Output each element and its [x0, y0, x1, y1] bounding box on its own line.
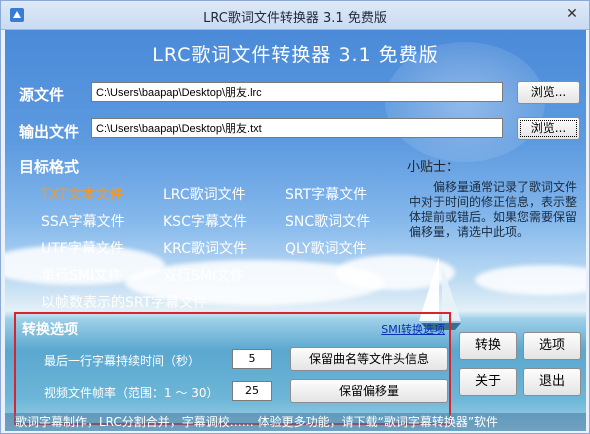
format-double-smi[interactable]: 双行SMI文件: [163, 265, 244, 285]
frame-rate-label: 视频文件帧率（范围：1 ～ 30）: [44, 386, 219, 400]
conversion-options-title: 转换选项: [22, 322, 78, 338]
about-button[interactable]: 关于: [459, 368, 517, 396]
conversion-options-panel: 转换选项 SMI转换选项 最后一行字幕持续时间（秒） 5 保留曲名等文件头信息 …: [14, 312, 451, 425]
format-single-smi[interactable]: 单行SMI文件: [41, 265, 122, 285]
last-line-duration-input[interactable]: 5: [232, 349, 272, 369]
app-heading: LRC歌词文件转换器 3.1 免费版: [152, 44, 439, 66]
output-browse-button[interactable]: 浏览...: [517, 117, 580, 140]
window-title: LRC歌词文件转换器 3.1 免费版: [203, 11, 387, 26]
target-format-label: 目标格式: [19, 158, 80, 176]
app-window: LRC歌词文件转换器 3.1 免费版 ✕ LRC歌词文件转换器 3.1 免费版 …: [0, 0, 590, 434]
output-file-label: 输出文件: [19, 123, 80, 141]
format-ksc[interactable]: KSC字幕文件: [163, 211, 247, 231]
source-browse-button[interactable]: 浏览...: [517, 81, 580, 104]
close-icon[interactable]: ✕: [561, 3, 583, 25]
source-file-input[interactable]: C:\Users\baapap\Desktop\朋友.lrc: [91, 82, 503, 102]
convert-button[interactable]: 转换: [459, 332, 517, 360]
format-srt[interactable]: SRT字幕文件: [285, 184, 367, 204]
format-lrc[interactable]: LRC歌词文件: [163, 184, 246, 204]
main-panel: LRC歌词文件转换器 3.1 免费版 源文件 C:\Users\baapap\D…: [5, 30, 586, 431]
format-qly[interactable]: QLY歌词文件: [285, 238, 367, 258]
tips-title: 小贴士：: [407, 160, 460, 175]
format-txt[interactable]: TXT文本文件: [41, 184, 123, 204]
keep-offset-button[interactable]: 保留偏移量: [290, 379, 448, 403]
format-krc[interactable]: KRC歌词文件: [163, 238, 247, 258]
status-bar[interactable]: 歌词字幕制作，LRC分割合并，字幕调校…… 体验更多功能，请下载“歌词字幕转换器…: [5, 413, 586, 431]
last-line-duration-label: 最后一行字幕持续时间（秒）: [44, 354, 201, 368]
format-utf[interactable]: UTF字幕文件: [41, 238, 124, 258]
format-snc[interactable]: SNC歌词文件: [285, 211, 370, 231]
options-button[interactable]: 选项: [523, 332, 581, 360]
tips-body: 偏移量通常记录了歌词文件中对于时间的修正信息，表示整体提前或错后。如果您需要保留…: [409, 180, 578, 239]
frame-rate-input[interactable]: 25: [232, 381, 272, 401]
exit-button[interactable]: 退出: [523, 368, 581, 396]
output-file-input[interactable]: C:\Users\baapap\Desktop\朋友.txt: [91, 118, 503, 138]
smi-options-link[interactable]: SMI转换选项: [381, 321, 445, 337]
cloud-decoration: [475, 265, 586, 295]
source-file-label: 源文件: [19, 86, 65, 104]
format-ssa[interactable]: SSA字幕文件: [41, 211, 125, 231]
format-frame-srt[interactable]: 以帧数表示的SRT字幕文件: [41, 292, 207, 312]
keep-header-info-button[interactable]: 保留曲名等文件头信息: [290, 347, 448, 371]
title-bar: LRC歌词文件转换器 3.1 免费版 ✕: [1, 1, 589, 30]
